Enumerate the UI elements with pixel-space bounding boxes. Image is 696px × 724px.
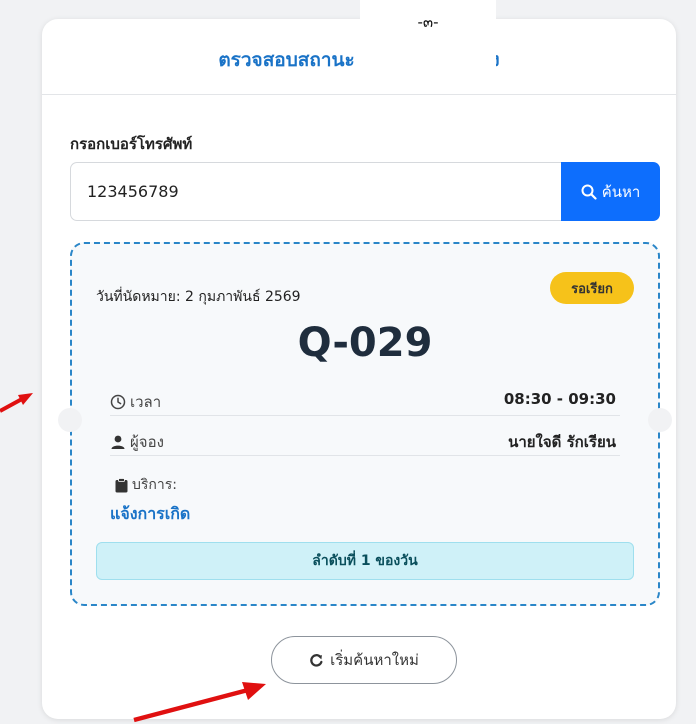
status-badge: รอเรียก <box>550 272 634 304</box>
service-label-text: บริการ: <box>132 477 177 493</box>
page-title: ตรวจสอบสถานะ / ปอง <box>42 45 676 75</box>
phone-search-group: ค้นหา <box>70 162 660 221</box>
refresh-icon <box>310 653 323 667</box>
time-value: 08:30 - 09:30 <box>503 390 616 408</box>
user-icon <box>111 435 125 449</box>
reset-button-label: เริ่มค้นหาใหม่ <box>330 651 419 669</box>
annotation-arrow-icon <box>0 393 33 413</box>
page-number-text: -๓- <box>417 13 439 31</box>
search-button[interactable]: ค้นหา <box>561 162 660 221</box>
time-label: เวลา <box>130 393 162 411</box>
booker-row: ผู้จอง นายใจดี รักเรียน <box>110 424 620 456</box>
queue-order-banner: ลำดับที่ 1 ของวัน <box>96 542 634 580</box>
phone-input[interactable] <box>70 162 561 221</box>
search-icon <box>581 184 597 200</box>
clock-icon <box>110 394 126 410</box>
ticket-notch-left <box>58 408 82 432</box>
booker-label: ผู้จอง <box>130 433 164 451</box>
page-number-overlay: -๓- <box>360 0 496 72</box>
annotation-arrow-icon <box>133 682 266 723</box>
search-button-label: ค้นหา <box>601 182 641 201</box>
appointment-date: วันที่นัดหมาย: 2 กุมภาพันธ์ 2569 <box>96 289 301 305</box>
time-row: เวลา 08:30 - 09:30 <box>110 384 620 416</box>
clipboard-icon <box>115 477 128 492</box>
booker-value: นายใจดี รักเรียน <box>508 433 616 451</box>
service-value: แจ้งการเกิด <box>110 504 191 523</box>
card-header: ตรวจสอบสถานะ / ปอง <box>42 19 676 95</box>
reset-search-button[interactable]: เริ่มค้นหาใหม่ <box>271 636 457 684</box>
queue-number: Q-029 <box>297 320 433 366</box>
phone-label: กรอกเบอร์โทรศัพท์ <box>70 135 193 153</box>
service-label: บริการ: <box>115 474 177 496</box>
ticket-notch-right <box>648 408 672 432</box>
